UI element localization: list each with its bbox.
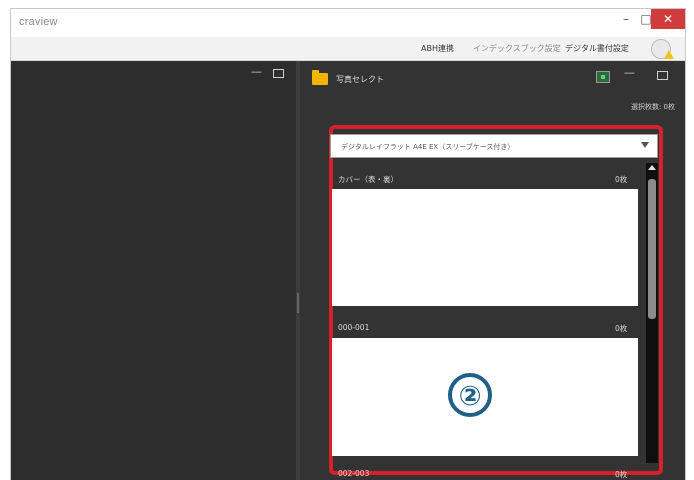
page-thumbnail-cover[interactable] [332,189,638,306]
folder-icon [312,70,328,85]
scroll-up-icon[interactable] [648,165,656,170]
scrollbar-thumb[interactable] [648,179,656,319]
page-count-cover: 0枚 [615,175,628,184]
callout-marker: ② [448,373,492,417]
menu-abh-link[interactable]: ABH連携 [421,43,454,54]
product-select-value: デジタルレイフラット A4E EX（スリーブケース付き） [341,143,515,151]
right-pane-minimize-button[interactable]: — [624,66,635,79]
product-select[interactable]: デジタルレイフラット A4E EX（スリーブケース付き） [330,134,658,158]
splitter-grip-icon [297,293,299,313]
left-pane-minimize-button[interactable]: — [251,65,262,78]
app-window: craview – □ ✕ ABH連携 インデックスブック設定 デジタル書付設定… [10,8,686,480]
menu-bar: ABH連携 インデックスブック設定 デジタル書付設定 [11,37,685,61]
help-warning-icon[interactable] [651,39,674,59]
page-label-000-001: 000-001 [338,323,370,332]
warning-triangle-icon [664,50,674,59]
close-button[interactable]: ✕ [651,9,685,29]
page-list-scrollbar[interactable] [646,163,658,463]
left-pane-maximize-button[interactable] [273,69,284,78]
title-bar: craview – □ ✕ [11,9,685,37]
menu-index-book-settings[interactable]: インデックスブック設定 [473,43,561,54]
page-count-002-003: 0枚 [615,470,628,479]
right-pane-maximize-button[interactable] [657,71,668,80]
panel-title: 写真セレクト [336,75,384,84]
page-label-cover: カバー（表・裏） [338,175,398,184]
callout-number: ② [458,381,482,412]
page-count-000-001: 0枚 [615,324,628,333]
app-title: craview [19,16,58,28]
image-view-icon[interactable] [596,71,610,83]
page-label-002-003: 002-003 [338,469,370,478]
selected-count: 選択枚数: 0枚 [630,103,675,111]
left-pane: — [11,61,296,480]
chevron-down-icon [641,142,649,148]
menu-digital-settings[interactable]: デジタル書付設定 [565,43,629,54]
